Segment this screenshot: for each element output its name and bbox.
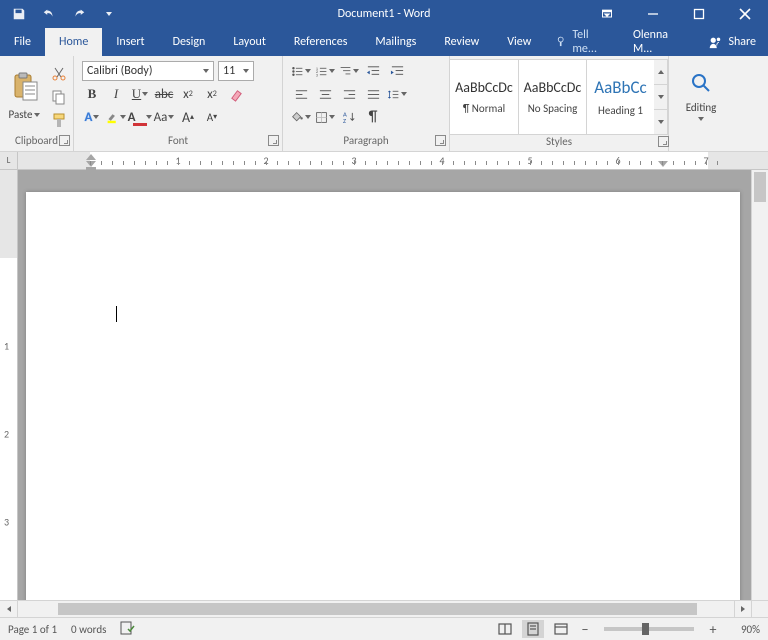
text-cursor xyxy=(116,306,117,322)
vertical-ruler[interactable]: 123 xyxy=(0,170,18,600)
status-page[interactable]: Page 1 of 1 xyxy=(8,623,57,636)
print-layout-button[interactable] xyxy=(522,620,544,638)
align-right-button[interactable] xyxy=(339,84,359,104)
multilevel-list-button[interactable] xyxy=(339,61,359,81)
underline-button[interactable]: U xyxy=(130,84,150,104)
share-button[interactable]: Share xyxy=(696,35,768,49)
find-button[interactable] xyxy=(690,72,712,98)
zoom-slider[interactable] xyxy=(604,627,694,631)
font-size-combo[interactable]: 11 xyxy=(218,61,254,81)
first-line-indent-marker[interactable] xyxy=(86,154,96,160)
italic-button[interactable]: I xyxy=(106,84,126,104)
zoom-out-button[interactable]: − xyxy=(578,621,592,638)
styles-scroll-down[interactable] xyxy=(654,85,668,110)
tab-review[interactable]: Review xyxy=(430,28,493,56)
document-area[interactable] xyxy=(18,170,751,600)
zoom-level[interactable]: 90% xyxy=(726,623,760,636)
font-dialog-launcher[interactable] xyxy=(268,135,279,146)
page[interactable] xyxy=(26,192,740,600)
tab-file[interactable]: File xyxy=(0,28,45,56)
paragraph-dialog-launcher[interactable] xyxy=(435,135,446,146)
group-styles-label: Styles xyxy=(546,135,572,148)
qat-customize-icon[interactable] xyxy=(96,2,122,26)
ribbon-display-icon[interactable] xyxy=(584,0,630,28)
superscript-button[interactable]: x2 xyxy=(202,84,222,104)
shrink-font-button[interactable]: A▾ xyxy=(202,107,222,127)
paste-label[interactable]: Paste xyxy=(9,108,41,121)
styles-dialog-launcher[interactable] xyxy=(658,136,669,147)
bullets-button[interactable] xyxy=(291,61,311,81)
save-icon[interactable] xyxy=(6,2,32,26)
tab-references[interactable]: References xyxy=(280,28,362,56)
styles-more[interactable] xyxy=(654,110,668,135)
cut-icon[interactable] xyxy=(49,64,69,84)
hscroll-left-arrow[interactable] xyxy=(0,601,18,617)
svg-text:3: 3 xyxy=(316,73,318,78)
change-case-button[interactable]: Aa xyxy=(154,107,174,127)
web-layout-button[interactable] xyxy=(550,620,572,638)
vertical-scrollbar[interactable] xyxy=(751,170,768,600)
account-name[interactable]: Olenna M... xyxy=(623,28,696,56)
highlight-button[interactable] xyxy=(106,107,126,127)
tab-selector[interactable]: L xyxy=(0,152,18,170)
tab-view[interactable]: View xyxy=(493,28,545,56)
svg-text:Z: Z xyxy=(342,117,345,125)
borders-button[interactable] xyxy=(315,107,335,127)
close-button[interactable] xyxy=(722,0,768,28)
group-paragraph-label: Paragraph xyxy=(343,134,388,147)
grow-font-button[interactable]: A▴ xyxy=(178,107,198,127)
format-painter-icon[interactable] xyxy=(49,110,69,130)
tab-design[interactable]: Design xyxy=(159,28,220,56)
font-color-button[interactable]: A xyxy=(130,107,150,127)
bold-button[interactable]: B xyxy=(82,84,102,104)
text-effects-button[interactable]: A xyxy=(82,107,102,127)
style-heading-1[interactable]: AaBbCcHeading 1 xyxy=(586,59,654,135)
right-indent-marker[interactable] xyxy=(658,161,668,167)
numbering-button[interactable]: 123 xyxy=(315,61,335,81)
align-center-button[interactable] xyxy=(315,84,335,104)
editing-label[interactable]: Editing xyxy=(686,101,717,114)
tab-mailings[interactable]: Mailings xyxy=(361,28,430,56)
align-left-button[interactable] xyxy=(291,84,311,104)
zoom-in-button[interactable]: + xyxy=(706,621,720,638)
copy-icon[interactable] xyxy=(49,87,69,107)
styles-scroll-up[interactable] xyxy=(654,59,668,85)
tab-home[interactable]: Home xyxy=(45,28,102,56)
minimize-button[interactable] xyxy=(630,0,676,28)
undo-icon[interactable] xyxy=(36,2,62,26)
horizontal-ruler[interactable]: 1234567 xyxy=(18,152,768,170)
clipboard-dialog-launcher[interactable] xyxy=(59,135,70,146)
tell-me-search[interactable]: Tell me... xyxy=(545,28,623,56)
read-mode-button[interactable] xyxy=(494,620,516,638)
group-font-label: Font xyxy=(168,134,188,147)
spellcheck-icon[interactable] xyxy=(120,621,136,638)
style-no-spacing[interactable]: AaBbCcDcNo Spacing xyxy=(518,59,586,135)
hscroll-right-arrow[interactable] xyxy=(734,601,751,617)
font-name-combo[interactable]: Calibri (Body) xyxy=(82,61,214,81)
style-normal[interactable]: AaBbCcDc¶ Normal xyxy=(450,59,518,135)
group-clipboard-label: Clipboard xyxy=(15,134,58,147)
show-hide-button[interactable]: ¶ xyxy=(363,107,383,127)
horizontal-scrollbar[interactable] xyxy=(18,601,717,617)
shading-button[interactable] xyxy=(291,107,311,127)
clear-formatting-icon[interactable] xyxy=(226,84,246,104)
line-spacing-button[interactable] xyxy=(387,84,407,104)
redo-icon[interactable] xyxy=(66,2,92,26)
subscript-button[interactable]: x2 xyxy=(178,84,198,104)
tab-layout[interactable]: Layout xyxy=(219,28,280,56)
maximize-button[interactable] xyxy=(676,0,722,28)
justify-button[interactable] xyxy=(363,84,383,104)
paste-button[interactable] xyxy=(11,72,39,106)
tab-insert[interactable]: Insert xyxy=(102,28,158,56)
increase-indent-button[interactable] xyxy=(387,61,407,81)
status-words[interactable]: 0 words xyxy=(71,623,106,636)
decrease-indent-button[interactable] xyxy=(363,61,383,81)
strikethrough-button[interactable]: abc xyxy=(154,84,174,104)
sort-button[interactable]: AZ xyxy=(339,107,359,127)
